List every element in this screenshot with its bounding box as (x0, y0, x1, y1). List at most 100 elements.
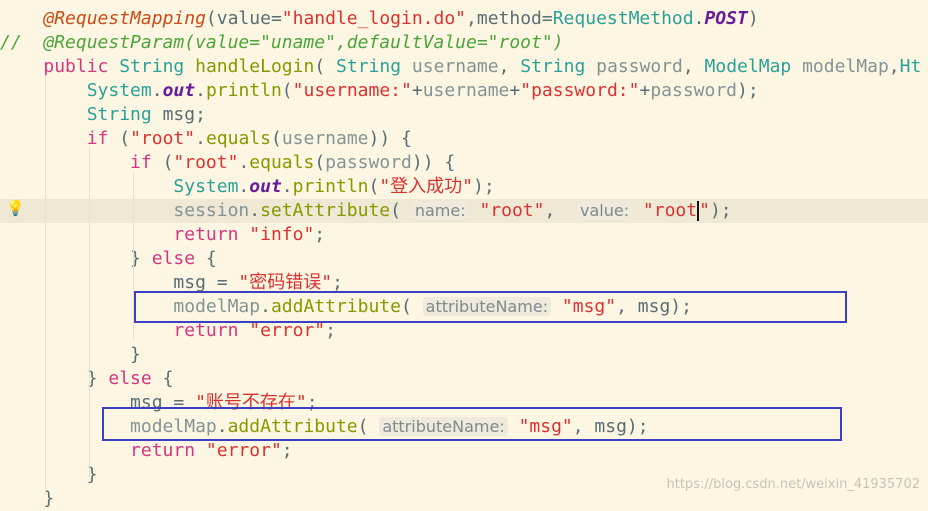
code-token: ( (151, 152, 174, 173)
code-token: "root" (130, 128, 196, 149)
code-line[interactable]: session.setAttribute( name: "root", valu… (0, 199, 928, 223)
code-token: "root" (479, 200, 545, 221)
code-token: . (238, 152, 250, 173)
parameter-hint: name: (411, 201, 469, 220)
code-token: session (173, 200, 250, 221)
code-token: println (205, 80, 282, 101)
code-token: password (650, 80, 738, 101)
code-token: ,method= (466, 8, 553, 29)
code-token: String (119, 56, 185, 77)
code-token: , (682, 56, 705, 77)
code-token: . (151, 80, 163, 101)
code-line[interactable]: return "info"; (0, 223, 928, 247)
code-token: password (325, 152, 412, 173)
code-token: ; (332, 272, 343, 293)
code-token: { (195, 248, 217, 269)
code-token: ( (108, 128, 131, 149)
code-token: String (336, 56, 402, 77)
code-token: @RequestMapping (43, 8, 206, 29)
code-token: } (0, 368, 109, 389)
code-token: String (520, 56, 586, 77)
code-token: + (411, 80, 423, 101)
code-token: ; (325, 320, 336, 341)
code-token: , (888, 56, 900, 77)
code-token: } (0, 248, 152, 269)
code-token: if (86, 128, 109, 149)
code-token: else (151, 248, 196, 269)
code-token: " (699, 200, 710, 221)
parameter-hint: value: (576, 201, 633, 220)
code-token: username (411, 56, 499, 77)
code-token: Ht (899, 56, 922, 77)
code-token: . (281, 176, 293, 197)
code-token: return (173, 320, 239, 341)
code-token: POST (704, 8, 748, 29)
code-line[interactable]: } else { (0, 367, 928, 391)
lightbulb-icon[interactable]: 💡 (6, 199, 25, 217)
highlight-box (102, 407, 842, 441)
code-token: handleLogin (195, 56, 315, 77)
code-line[interactable]: if ("root".equals(password)) { (0, 151, 928, 175)
code-line[interactable]: } else { (0, 247, 928, 271)
code-line[interactable]: } (0, 343, 928, 367)
code-token: System (86, 80, 152, 101)
code-line[interactable]: public String handleLogin( String userna… (0, 55, 928, 79)
code-token: ); (473, 176, 495, 197)
code-token: . (195, 80, 206, 101)
code-token: ( (270, 128, 282, 149)
code-token: return (130, 440, 196, 461)
code-token: + (639, 80, 651, 101)
code-line[interactable]: System.out.println("登入成功"); (0, 175, 928, 199)
code-token: { (151, 368, 174, 389)
code-token: password (596, 56, 683, 77)
watermark: https://blog.csdn.net/weixin_41935702 (666, 477, 920, 492)
code-token: . (249, 200, 261, 221)
indent-guide (89, 147, 90, 477)
code-token: System (173, 176, 239, 197)
code-token: ( (314, 56, 337, 77)
code-line[interactable]: System.out.println("username:"+username+… (0, 79, 928, 103)
code-token: , (498, 56, 521, 77)
code-token: "登入成功" (379, 176, 474, 197)
code-line[interactable]: // @RequestParam(value="uname",defaultVa… (0, 31, 928, 55)
code-token: . (195, 128, 206, 149)
code-token: "error" (205, 440, 282, 461)
code-token: , (544, 200, 577, 221)
code-token: public (43, 56, 109, 77)
code-token: else (108, 368, 152, 389)
code-token: ); (709, 200, 732, 221)
code-token: ( (314, 152, 326, 173)
code-token: } (0, 344, 141, 365)
code-token: out (249, 176, 282, 197)
code-token: + (509, 80, 521, 101)
code-line[interactable]: @RequestMapping(value="handle_login.do",… (0, 7, 928, 31)
code-token: println (292, 176, 369, 197)
code-token: ( (368, 176, 380, 197)
code-line[interactable]: return "error"; (0, 439, 928, 463)
code-token: out (162, 80, 196, 101)
code-token: ( (390, 200, 412, 221)
code-line[interactable]: String msg; (0, 103, 928, 127)
code-token: ; (314, 224, 326, 245)
code-token: "密码错误" (238, 272, 333, 293)
code-token: "username:" (292, 80, 412, 101)
code-token: "handle_login.do" (281, 8, 467, 29)
code-token: String (86, 104, 152, 125)
code-line[interactable]: if ("root".equals(username)) { (0, 127, 928, 151)
code-token: } (0, 488, 55, 509)
code-token: equals (205, 128, 271, 149)
